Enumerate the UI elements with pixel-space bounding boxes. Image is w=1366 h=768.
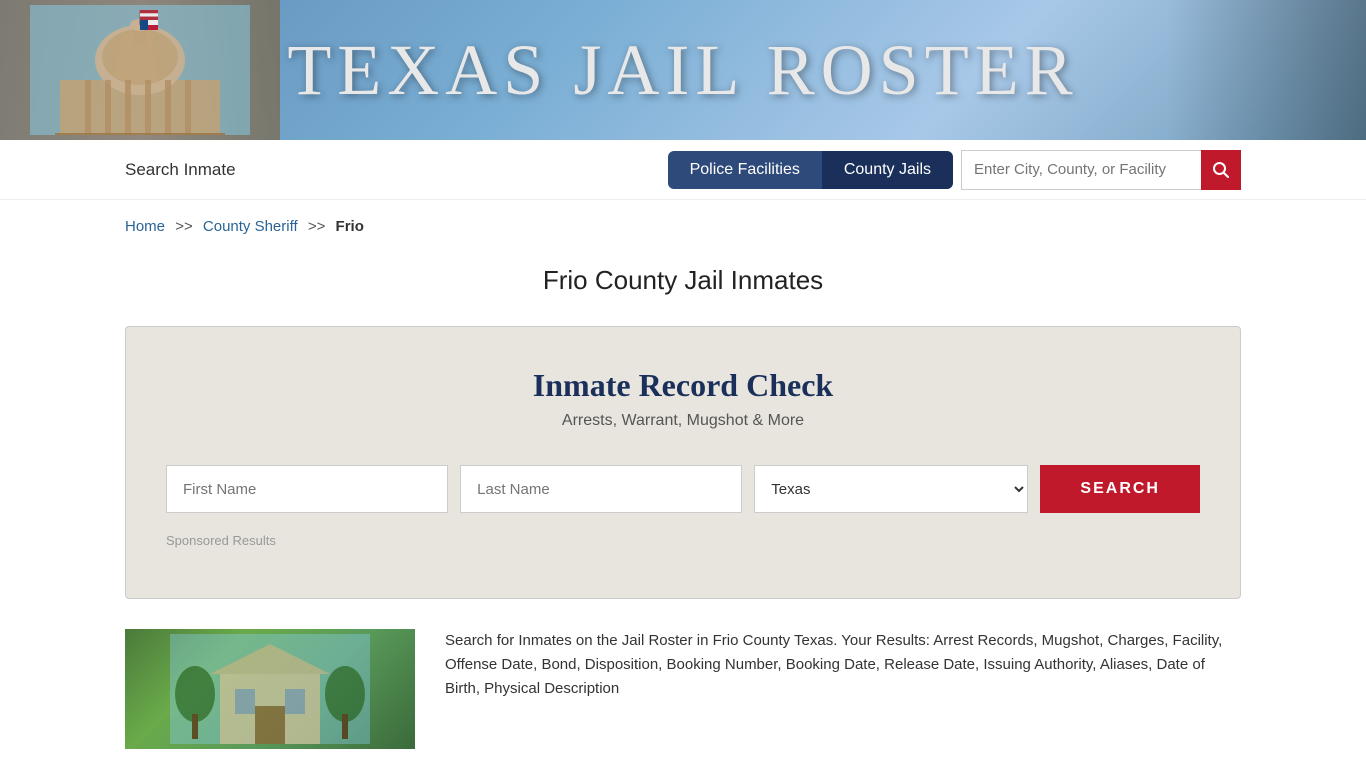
- breadcrumb-sep-1: >>: [175, 218, 193, 235]
- courthouse-visual: [125, 629, 415, 749]
- header-banner: Texas Jail Roster: [0, 0, 1366, 140]
- record-check-subtitle: Arrests, Warrant, Mugshot & More: [166, 412, 1200, 430]
- bottom-section: Search for Inmates on the Jail Roster in…: [0, 629, 1366, 749]
- search-inmate-label: Search Inmate: [125, 160, 236, 180]
- bottom-description: Search for Inmates on the Jail Roster in…: [445, 629, 1241, 749]
- banner-title: Texas Jail Roster: [287, 29, 1078, 112]
- breadcrumb-sep-2: >>: [308, 218, 326, 235]
- capitol-svg: [30, 5, 250, 135]
- page-title: Frio County Jail Inmates: [0, 265, 1366, 296]
- record-check-box: Inmate Record Check Arrests, Warrant, Mu…: [125, 326, 1241, 599]
- breadcrumb-current: Frio: [336, 218, 364, 235]
- first-name-input[interactable]: [166, 465, 448, 513]
- nav-search-box: [961, 150, 1241, 190]
- nav-search-button[interactable]: [1201, 150, 1241, 190]
- record-search-button[interactable]: SEARCH: [1040, 465, 1200, 513]
- breadcrumb-county-sheriff[interactable]: County Sheriff: [203, 218, 298, 235]
- navbar: Search Inmate Police Facilities County J…: [0, 140, 1366, 200]
- record-check-title: Inmate Record Check: [166, 367, 1200, 404]
- breadcrumb: Home >> County Sheriff >> Frio: [0, 200, 1366, 245]
- bottom-courthouse-image: [125, 629, 415, 749]
- nav-search-input[interactable]: [961, 150, 1201, 190]
- key-image-overlay: [1166, 0, 1366, 140]
- nav-buttons: Police Facilities County Jails: [668, 151, 953, 189]
- county-jails-button[interactable]: County Jails: [822, 151, 953, 189]
- sponsored-results-label: Sponsored Results: [166, 533, 1200, 548]
- courthouse-trees-svg: [170, 634, 370, 744]
- last-name-input[interactable]: [460, 465, 742, 513]
- record-check-form: AlabamaAlaskaArizonaArkansasCaliforniaCo…: [166, 465, 1200, 513]
- police-facilities-button[interactable]: Police Facilities: [668, 151, 822, 189]
- main-content: Inmate Record Check Arrests, Warrant, Mu…: [0, 326, 1366, 599]
- breadcrumb-home[interactable]: Home: [125, 218, 165, 235]
- state-select[interactable]: AlabamaAlaskaArizonaArkansasCaliforniaCo…: [754, 465, 1028, 513]
- capitol-image: [0, 0, 280, 140]
- search-icon: [1212, 161, 1230, 179]
